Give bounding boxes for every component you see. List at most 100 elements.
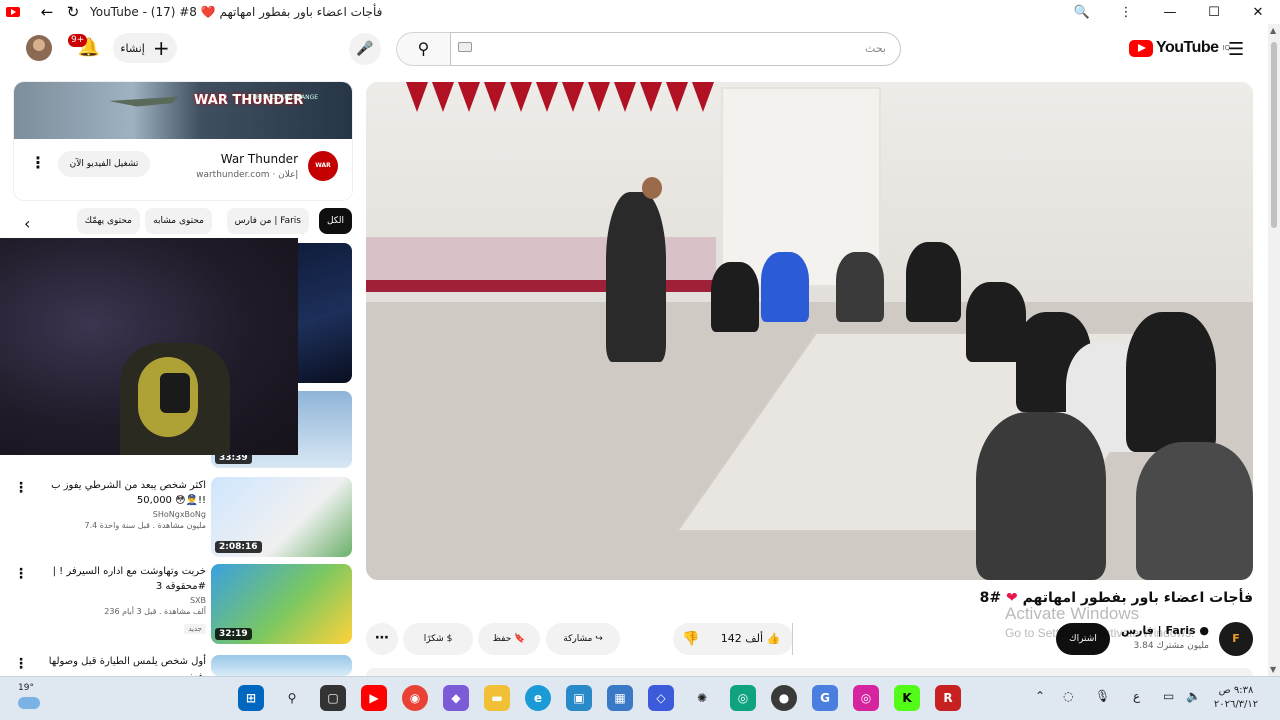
related-thumbnail[interactable] (211, 655, 352, 676)
related-more-icon[interactable]: ⋮ (14, 480, 28, 496)
obs-icon[interactable]: ● (771, 685, 797, 711)
back-arrow-icon[interactable]: ← (36, 3, 58, 21)
keyboard-icon[interactable] (458, 42, 472, 52)
ad-title[interactable]: War Thunder (221, 152, 298, 166)
share-button[interactable]: مشاركة ↪ (546, 623, 620, 655)
zoom-icon[interactable]: 🔍 (1060, 5, 1104, 20)
weather-widget[interactable]: 19° (18, 683, 58, 709)
channel-avatar[interactable]: F (1219, 622, 1253, 656)
notification-badge: 9+ (68, 34, 88, 47)
kebab-icon[interactable]: ⋮ (1104, 5, 1148, 20)
related-thumbnail[interactable]: 32:19 (211, 564, 352, 644)
start-icon[interactable]: ⊞ (238, 685, 264, 711)
person (1126, 312, 1216, 452)
youtube-tab-icon (6, 7, 20, 17)
save-button[interactable]: حفظ 🔖 (478, 623, 540, 655)
ad-logo[interactable]: WAR THUNDER (308, 151, 341, 199)
person (976, 412, 1106, 580)
activate-windows-watermark: Activate Windows Go to Settings to activ… (1005, 604, 1194, 640)
network-icon[interactable]: ◌ (1063, 689, 1073, 703)
search-icon: ⚲ (417, 39, 430, 58)
related-meta: 236 ألف مشاهدة . قبل 3 أيام (104, 607, 206, 616)
ad-more-icon[interactable]: ⋮ (30, 153, 46, 172)
save-label: حفظ (492, 634, 512, 644)
store-icon[interactable]: ▦ (607, 685, 633, 711)
ad-cta-button[interactable]: تشغيل الفيديو الآن (58, 151, 150, 177)
related-title[interactable]: خربت وتهاوشت مع اداره السيرفر ! | محقوقه… (36, 564, 206, 594)
close-icon[interactable]: ✕ (1236, 5, 1280, 20)
super-thanks-icon: $ (446, 634, 453, 644)
person (711, 262, 759, 332)
masthead: 🔔 9+ إنشاء + 🎤 ⚲ بحث YouTube IQ ☰ (0, 24, 1268, 74)
edge-icon[interactable]: e (525, 685, 551, 711)
video-player[interactable] (366, 82, 1253, 580)
taskbar: 19° ⊞ ⚲ ▢ ▶ ◉ ◆ ▬ e ▣ ▦ ◇ ✺ ◎ ● G ◎ K R … (0, 676, 1280, 720)
taskbar-search-icon[interactable]: ⚲ (279, 685, 305, 711)
chevron-up-icon[interactable]: ⌃ (1035, 689, 1045, 703)
create-button[interactable]: إنشاء + (113, 33, 177, 63)
microphone-icon[interactable]: 🎤 (349, 33, 381, 65)
clock[interactable]: ٩:٣٨ ص ٢٠٢٦/٣/١٢ (1206, 684, 1266, 712)
ad-banner[interactable]: WAR THUNDER THE SHOOTING RANGE (14, 82, 352, 139)
m365-icon[interactable]: ◆ (443, 685, 469, 711)
more-actions-button[interactable]: ⋯ (366, 623, 398, 655)
language-indicator[interactable]: ع (1133, 689, 1140, 703)
search-input[interactable]: بحث (450, 32, 901, 66)
scrollbar-thumb[interactable] (1271, 42, 1277, 228)
volume-icon[interactable]: 🔈 (1186, 689, 1201, 703)
minimize-icon[interactable]: — (1148, 5, 1192, 20)
dislike-button[interactable]: 👎 (673, 623, 709, 655)
weather-temp: 19° (18, 683, 34, 693)
description-box[interactable] (366, 668, 1253, 676)
roblox-icon[interactable]: ◇ (648, 685, 674, 711)
task-view-icon[interactable]: ▢ (320, 685, 346, 711)
avatar[interactable] (26, 35, 52, 61)
chip-recommended[interactable]: محتوى يهمّك (76, 208, 140, 234)
reload-icon[interactable]: ↻ (62, 3, 84, 21)
youtube-logo[interactable]: YouTube IQ (1129, 39, 1230, 57)
scroll-down-icon[interactable]: ▼ (1270, 665, 1276, 674)
related-info[interactable]: اكثر شخص يبعد من الشرطي يفوز ب 50,000 😳👮… (36, 478, 206, 530)
menu-icon[interactable]: ☰ (1228, 39, 1244, 60)
translate-icon[interactable]: G (812, 685, 838, 711)
chip-from-channel[interactable]: من فارس | Faris (226, 208, 309, 234)
thanks-button[interactable]: شكرًا $ (403, 623, 473, 655)
related-info[interactable]: خربت وتهاوشت مع اداره السيرفر ! | محقوقه… (36, 564, 206, 635)
new-badge: جديد (184, 624, 206, 634)
kick-icon[interactable]: K (894, 685, 920, 711)
chip-related[interactable]: محتوى مشابه (145, 208, 212, 234)
chrome-icon[interactable]: ◉ (402, 685, 428, 711)
related-title[interactable]: اكثر شخص يبعد من الشرطي يفوز ب 50,000 😳👮… (36, 478, 206, 508)
duration-badge: 32:19 (215, 628, 252, 640)
related-thumbnail[interactable]: 2:08:16 (211, 477, 352, 557)
file-explorer-icon[interactable]: ▬ (484, 685, 510, 711)
search-button[interactable]: ⚲ (396, 32, 450, 66)
share-icon: ↪ (595, 634, 603, 644)
related-channel[interactable]: SXB (36, 596, 206, 605)
youtube-app-icon[interactable]: ▶ (361, 685, 387, 711)
microphone-tray-icon[interactable]: 🎙 (1095, 689, 1110, 703)
app-icon[interactable]: ◎ (730, 685, 756, 711)
instagram-icon[interactable]: ◎ (853, 685, 879, 711)
gaming-chair-image (120, 343, 230, 455)
photos-icon[interactable]: ▣ (566, 685, 592, 711)
webcam-overlay (0, 238, 298, 455)
page-scrollbar[interactable]: ▲ ▼ (1268, 24, 1280, 676)
chatgpt-icon[interactable]: ✺ (689, 685, 715, 711)
chip-all[interactable]: الكل (318, 208, 352, 234)
thumbs-up-icon: 👍 (766, 632, 781, 645)
related-more-icon[interactable]: ⋮ (14, 566, 28, 582)
create-label: إنشاء (120, 41, 145, 55)
rockstar-icon[interactable]: R (935, 685, 961, 711)
ad-card[interactable]: WAR THUNDER THE SHOOTING RANGE WAR THUND… (14, 82, 352, 200)
like-button[interactable]: 142 ألف 👍 (709, 623, 793, 655)
scroll-up-icon[interactable]: ▲ (1270, 26, 1276, 35)
verified-icon: ● (1199, 624, 1209, 637)
video-title-suffix: 8# (979, 590, 1002, 606)
maximize-icon[interactable]: ☐ (1192, 5, 1236, 20)
related-channel[interactable]: SHoNgxBoNg (36, 510, 206, 519)
thumbs-down-icon: 👎 (682, 631, 700, 647)
related-more-icon[interactable]: ⋮ (14, 656, 28, 672)
chevron-left-icon[interactable]: ‹ (24, 214, 42, 233)
display-icon[interactable]: ▭ (1163, 689, 1174, 703)
